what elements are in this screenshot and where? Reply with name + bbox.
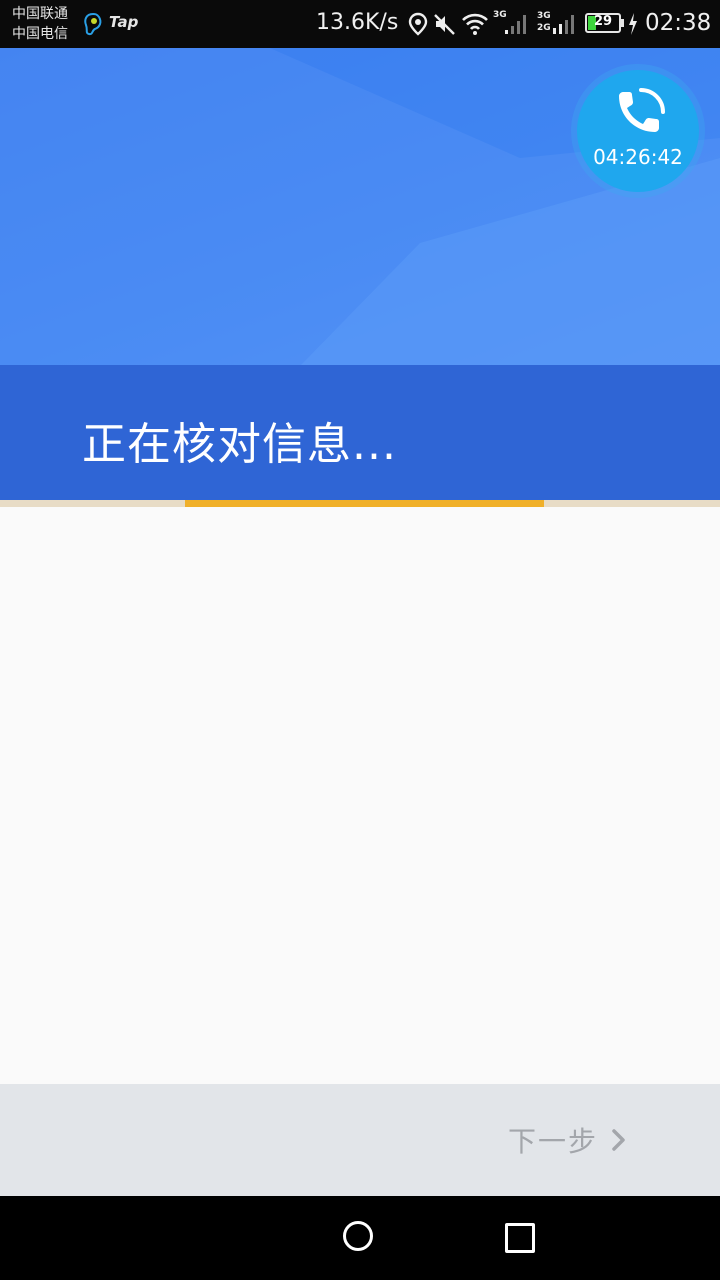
next-step-button[interactable]: 下一步 — [508, 1104, 668, 1176]
next-step-label: 下一步 — [508, 1125, 599, 1158]
battery-cap — [621, 19, 624, 27]
location-icon — [408, 12, 428, 36]
chevron-right-icon — [612, 1129, 625, 1151]
progress-indicator — [185, 500, 544, 507]
charging-icon — [629, 13, 637, 35]
battery-level: 29 — [593, 14, 613, 29]
tap-app-label: Tap — [109, 13, 139, 31]
footer-bar: 下一步 — [0, 1084, 720, 1196]
network-type-2: 3G — [537, 11, 551, 21]
net-speed: 13.6K/s — [316, 10, 399, 35]
home-button-icon[interactable] — [343, 1221, 373, 1251]
carrier-2: 中国电信 — [12, 26, 68, 42]
tap-app-icon — [84, 12, 102, 36]
network-type-3: 2G — [537, 23, 551, 33]
carrier-1: 中国联通 — [12, 6, 68, 22]
call-bubble[interactable]: 04:26:42 — [577, 70, 699, 192]
status-bar: 中国联通 中国电信 Tap 13.6K/s 3G 3G 2G 29 02:38 — [0, 0, 720, 48]
phone-call-icon — [619, 88, 665, 132]
battery-icon: 29 — [585, 13, 621, 33]
page-title: 正在核对信息... — [82, 419, 397, 470]
call-timer: 04:26:42 — [593, 145, 683, 169]
signal-icon-2 — [553, 15, 574, 34]
navigation-bar — [0, 1196, 720, 1280]
content-area — [0, 507, 720, 1084]
mute-icon — [434, 14, 455, 35]
signal-icon — [505, 15, 526, 34]
carrier-info: 中国联通 中国电信 — [12, 4, 68, 44]
clock: 02:38 — [645, 10, 712, 36]
wifi-icon — [462, 13, 488, 35]
recent-apps-icon[interactable] — [505, 1223, 535, 1253]
